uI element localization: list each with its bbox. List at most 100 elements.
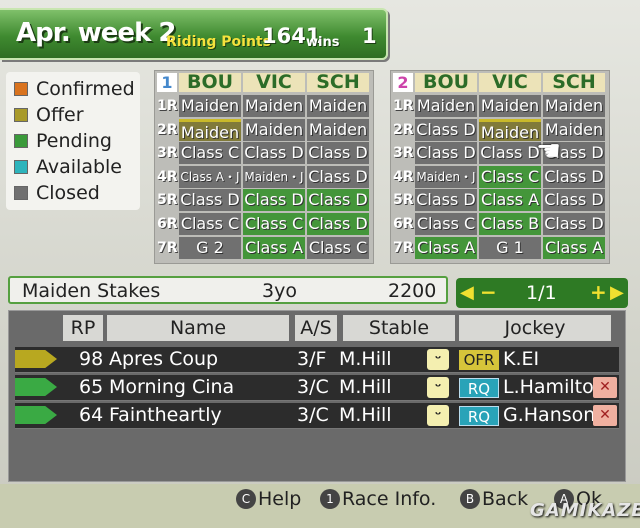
race-number: 1R bbox=[393, 98, 414, 114]
jockey-name: G.Hanson bbox=[503, 404, 596, 426]
game-screen: Apr. week 2 Riding Points 1641 wins 1 Co… bbox=[0, 0, 640, 528]
horse-row[interactable]: 64 Faintheartly 3/C M.Hill ᵕ RQ G.Hanson ✕ bbox=[15, 403, 619, 429]
horse-face-icon: ᵕ bbox=[427, 405, 449, 426]
legend-item-available: Available bbox=[14, 154, 122, 180]
race-cell[interactable]: Class C bbox=[179, 213, 241, 235]
race-cell[interactable]: Class C bbox=[479, 165, 541, 188]
track-vic: VIC bbox=[479, 73, 541, 92]
race-cell[interactable]: Maiden bbox=[179, 118, 241, 141]
race-cell[interactable]: Class A bbox=[543, 236, 605, 259]
legend-item-closed: Closed bbox=[14, 180, 100, 206]
race-cell[interactable]: Class C bbox=[415, 213, 477, 235]
race-cell[interactable]: Class D bbox=[307, 165, 369, 188]
plus-button[interactable]: + bbox=[590, 280, 607, 304]
horse-list: RP Name A/S Stable Jockey 98 Apres Coup 3/… bbox=[8, 310, 626, 482]
race-cell[interactable]: Maiden bbox=[243, 118, 305, 141]
legend-swatch bbox=[14, 134, 28, 148]
back-button[interactable]: B Back bbox=[460, 488, 528, 510]
race-row-2r: 2R Class D Maiden Maiden bbox=[391, 118, 611, 142]
legend-swatch bbox=[14, 186, 28, 200]
race-info-button[interactable]: 1 Race Info. bbox=[320, 488, 436, 510]
current-week: Apr. week 2 bbox=[16, 18, 176, 48]
race-cell[interactable]: Class C bbox=[243, 213, 305, 235]
track-sch: SCH bbox=[307, 73, 369, 92]
race-cell[interactable]: Class D bbox=[415, 142, 477, 165]
jockey-name: K.EI bbox=[503, 348, 540, 370]
race-cell[interactable]: Class D bbox=[307, 142, 369, 165]
race-cell[interactable]: Class D bbox=[479, 142, 541, 165]
jockey-status-badge: RQ bbox=[459, 378, 499, 398]
race-cell[interactable]: Class D bbox=[415, 118, 477, 141]
race-cell[interactable]: Maiden・J bbox=[243, 165, 305, 188]
horse-row[interactable]: 98 Apres Coup 3/F M.Hill ᵕ OFR K.EI bbox=[15, 347, 619, 373]
race-row-5r: 5R Class D Class A Class D bbox=[391, 189, 611, 212]
minus-button[interactable]: − bbox=[480, 280, 497, 304]
race-cell[interactable]: G 2 bbox=[179, 236, 241, 259]
race-cell[interactable]: Class D bbox=[543, 213, 605, 235]
schedule-number: 2 bbox=[393, 73, 413, 92]
race-cell[interactable]: Class D bbox=[543, 165, 605, 188]
b-button-icon: B bbox=[460, 489, 480, 509]
next-page-icon[interactable]: ▶ bbox=[610, 282, 624, 303]
race-cell[interactable]: Maiden bbox=[243, 95, 305, 117]
column-rp: RP bbox=[63, 315, 103, 341]
race-number: 3R bbox=[157, 145, 178, 162]
horse-face-icon: ᵕ bbox=[427, 349, 449, 370]
schedule-number: 1 bbox=[157, 73, 177, 92]
race-row-3r: 3R Class C Class D Class D bbox=[155, 142, 375, 165]
race-cell[interactable]: Maiden bbox=[307, 118, 369, 141]
race-number: 6R bbox=[393, 216, 414, 232]
horse-stable: M.Hill bbox=[339, 404, 392, 426]
legend-item-pending: Pending bbox=[14, 128, 112, 154]
horse-face-icon: ᵕ bbox=[427, 377, 449, 398]
race-cell[interactable]: Class A bbox=[479, 189, 541, 212]
race-cell[interactable]: Maiden bbox=[543, 95, 605, 117]
track-vic: VIC bbox=[243, 73, 305, 92]
race-cell[interactable]: Maiden bbox=[307, 95, 369, 117]
race-number: 5R bbox=[393, 192, 414, 209]
legend-swatch bbox=[14, 160, 28, 174]
help-button[interactable]: C Help bbox=[236, 488, 301, 510]
race-cell[interactable]: Class D bbox=[307, 189, 369, 212]
race-row-4r: 4R Class A・J Maiden・J Class D bbox=[155, 165, 375, 189]
legend-swatch bbox=[14, 82, 28, 96]
race-cell[interactable]: G 1 bbox=[479, 236, 541, 259]
horse-row[interactable]: 65 Morning Cina 3/C M.Hill ᵕ RQ L.Hamilton ✕ bbox=[15, 375, 619, 401]
race-row-6r: 6R Class C Class B Class D bbox=[391, 213, 611, 236]
race-cell[interactable]: Class A bbox=[415, 236, 477, 259]
race-cell[interactable]: Class B bbox=[479, 213, 541, 235]
race-cell[interactable]: Maiden・J bbox=[415, 165, 477, 188]
race-number: 3R bbox=[393, 145, 414, 162]
race-cell[interactable]: Maiden bbox=[415, 95, 477, 117]
schedule-2: 2 BOU VIC SCH 1R Maiden Maiden Maiden 2R Class DM… bbox=[390, 70, 610, 264]
watermark: GAMIKAZE bbox=[530, 500, 640, 521]
race-number: 6R bbox=[157, 216, 178, 232]
status-legend: Confirmed Offer Pending Available Closed bbox=[6, 72, 140, 210]
jockey-status-badge: OFR bbox=[459, 350, 499, 370]
wins-label: wins bbox=[306, 35, 340, 50]
race-cell[interactable]: Maiden bbox=[479, 118, 541, 141]
horse-name: Faintheartly bbox=[109, 404, 222, 426]
race-cell[interactable]: Class C bbox=[179, 142, 241, 165]
race-cell[interactable]: Class D bbox=[243, 189, 305, 212]
race-cell[interactable]: Class C bbox=[307, 236, 369, 259]
legend-label: Offer bbox=[36, 104, 84, 126]
race-cell[interactable]: Class D bbox=[307, 213, 369, 235]
race-cell[interactable]: Class D bbox=[179, 189, 241, 212]
horse-age-sex: 3/C bbox=[297, 376, 329, 398]
race-cell[interactable]: Class D bbox=[415, 189, 477, 212]
jockey-status-badge: RQ bbox=[459, 406, 499, 426]
race-name: Maiden Stakes bbox=[22, 280, 161, 302]
race-cell[interactable]: Class D bbox=[243, 142, 305, 165]
race-number: 7R bbox=[393, 239, 414, 256]
one-button-icon: 1 bbox=[320, 489, 340, 509]
horse-rp: 98 bbox=[79, 348, 104, 370]
race-cell[interactable]: Maiden bbox=[479, 95, 541, 117]
race-cell[interactable]: Class A・J bbox=[179, 165, 241, 188]
race-cell[interactable]: Class D bbox=[543, 189, 605, 212]
prev-page-icon[interactable]: ◀ bbox=[460, 282, 474, 303]
page-selector[interactable]: ◀ − 1/1 + ▶ bbox=[456, 278, 628, 308]
race-age: 3yo bbox=[262, 280, 297, 302]
race-cell[interactable]: Maiden bbox=[179, 95, 241, 117]
race-cell[interactable]: Class A bbox=[243, 236, 305, 259]
